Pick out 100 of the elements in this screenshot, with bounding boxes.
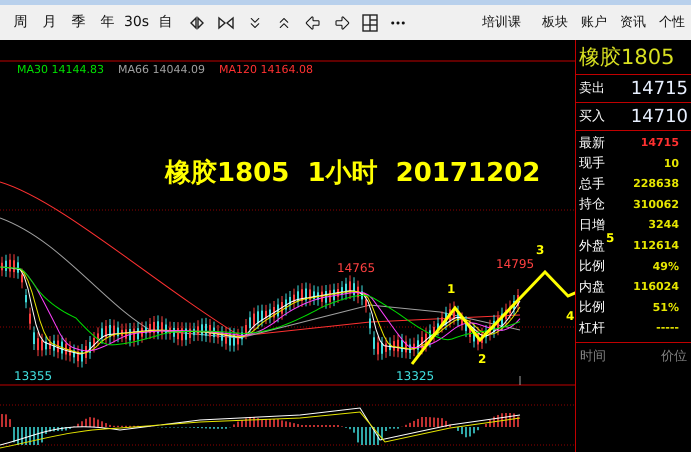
candlestick: [93, 332, 95, 353]
candlestick: [469, 319, 471, 344]
menu-item[interactable]: 账户: [581, 12, 607, 32]
period-button[interactable]: 周: [6, 12, 35, 33]
price-label: 13325: [396, 370, 434, 382]
period-button[interactable]: 自: [151, 12, 180, 33]
candlestick: [197, 320, 199, 342]
price-label: 13355: [14, 370, 52, 382]
candlestick: [405, 335, 407, 359]
candlestick: [21, 268, 23, 289]
candlestick: [249, 310, 251, 334]
candlestick: [457, 305, 459, 328]
candlestick: [313, 284, 315, 306]
candlestick: [349, 274, 351, 300]
candlestick: [109, 318, 111, 344]
candlestick: [421, 330, 423, 355]
candlestick: [289, 290, 291, 311]
candlestick: [293, 288, 295, 309]
candlestick: [81, 344, 83, 368]
menu-item[interactable]: 资讯: [620, 12, 646, 32]
stat-label: 比例: [579, 258, 605, 276]
stat-value: 10: [664, 156, 679, 172]
candlestick: [61, 335, 63, 360]
candlestick: [149, 317, 151, 340]
column-header: 价位: [661, 348, 687, 366]
candlestick: [353, 276, 355, 302]
candlestick: [105, 319, 107, 344]
period-button[interactable]: 30s: [122, 12, 151, 33]
candlestick: [365, 293, 367, 314]
layout-icon[interactable]: [362, 14, 378, 32]
symbol-title: 橡胶1805: [576, 40, 691, 75]
candlestick: [473, 322, 475, 348]
candlestick: [509, 300, 511, 320]
menu-item[interactable]: 板块: [542, 12, 568, 32]
candlestick: [33, 326, 35, 351]
candlestick: [513, 294, 515, 316]
stat-label: 杠杆: [579, 320, 605, 338]
ma-legend: MA66 14044.09: [118, 62, 205, 78]
price-label: 14765: [337, 262, 376, 274]
chart-title: 橡胶1805 1小时 20171202: [165, 160, 540, 186]
candlestick: [305, 282, 307, 307]
menu-item[interactable]: 培训课: [482, 12, 521, 32]
candlestick: [29, 307, 31, 330]
stat-label: 比例: [579, 299, 605, 318]
candlestick: [113, 319, 115, 344]
shrink-icon[interactable]: [217, 14, 235, 30]
candlestick: [45, 334, 47, 356]
candlestick: [369, 312, 371, 335]
candlestick: [409, 338, 411, 360]
candlestick: [361, 284, 363, 306]
stat-label: 内盘: [579, 278, 605, 297]
candlestick: [309, 282, 311, 306]
candlestick: [345, 277, 347, 300]
menu-item[interactable]: 个性: [659, 12, 685, 32]
candlestick: [393, 334, 395, 358]
quote-label: 卖出: [579, 80, 605, 98]
candlestick: [49, 335, 51, 356]
candlestick: [153, 315, 155, 340]
candlestick: [13, 254, 15, 279]
candlestick: [517, 288, 519, 312]
candlestick: [229, 327, 231, 352]
stat-value: 14715: [640, 135, 679, 152]
stat-value: 3244: [648, 217, 679, 234]
period-button[interactable]: 月: [35, 12, 64, 33]
candlestick: [261, 304, 263, 327]
period-button[interactable]: 季: [64, 12, 93, 33]
candlestick: [213, 321, 215, 344]
candlestick: [205, 317, 207, 342]
candlestick: [269, 303, 271, 324]
candlestick: [173, 321, 175, 344]
candlestick: [181, 322, 183, 347]
candlestick: [389, 336, 391, 357]
arrow-left-icon[interactable]: [304, 14, 322, 32]
candlestick: [357, 280, 359, 304]
candlestick: [481, 327, 483, 350]
candlestick: [157, 314, 159, 340]
candlestick: [133, 322, 135, 348]
candlestick: [237, 328, 239, 351]
candlestick: [329, 284, 331, 309]
candlestick: [425, 327, 427, 352]
candlestick: [433, 320, 435, 342]
candlestick: [497, 310, 499, 336]
stat-label: 总手: [579, 176, 605, 194]
arrow-right-icon[interactable]: [333, 14, 351, 32]
wave-label: 3: [536, 244, 544, 256]
candlestick: [477, 326, 479, 351]
candlestick: [337, 282, 339, 304]
wave-label: 4: [566, 310, 574, 322]
stat-value: 116024: [633, 279, 679, 296]
period-button[interactable]: 年: [93, 12, 122, 33]
candlestick: [317, 286, 319, 306]
candlestick: [301, 282, 303, 308]
quote-label: 买入: [579, 108, 605, 126]
stat-label: 持仓: [579, 196, 605, 214]
candlestick: [297, 284, 299, 308]
candlestick: [273, 300, 275, 324]
expand-icon[interactable]: [188, 14, 206, 30]
candlestick: [1, 256, 3, 277]
candlestick: [177, 322, 179, 346]
candlestick: [161, 316, 163, 340]
